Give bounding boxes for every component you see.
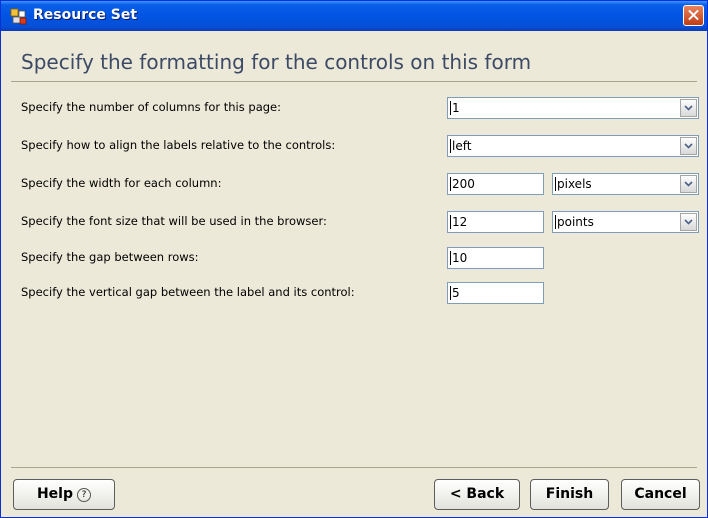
- chevron-down-icon: [684, 143, 693, 149]
- width-unit-dropdown-button[interactable]: [680, 175, 697, 193]
- footer-divider: [11, 467, 697, 468]
- column-width-input[interactable]: 200: [447, 173, 544, 195]
- text-caret: [555, 177, 556, 191]
- help-button[interactable]: Help?: [13, 479, 115, 510]
- align-labels-dropdown-button[interactable]: [680, 137, 697, 155]
- label-gap-value: 5: [452, 286, 460, 300]
- text-caret: [555, 215, 556, 229]
- columns-value: 1: [452, 101, 460, 115]
- columns-label: Specify the number of columns for this p…: [21, 100, 281, 114]
- label-gap-input[interactable]: 5: [447, 282, 544, 304]
- align-labels-select[interactable]: left: [447, 135, 699, 157]
- resource-set-icon: [10, 8, 27, 25]
- column-width-unit-value: pixels: [557, 177, 592, 191]
- font-unit-dropdown-button[interactable]: [680, 213, 697, 231]
- text-caret: [450, 139, 451, 153]
- align-labels-value: left: [452, 139, 472, 153]
- back-button[interactable]: < Back: [434, 479, 520, 510]
- columns-select[interactable]: 1: [447, 97, 699, 119]
- heading-divider: [11, 81, 697, 82]
- chevron-down-icon: [684, 219, 693, 225]
- column-width-label: Specify the width for each column:: [21, 176, 222, 190]
- text-caret: [450, 251, 451, 265]
- align-labels-label: Specify how to align the labels relative…: [21, 138, 336, 152]
- text-caret: [450, 101, 451, 115]
- row-gap-input[interactable]: 10: [447, 247, 544, 269]
- page-heading: Specify the formatting for the controls …: [21, 50, 532, 74]
- chevron-down-icon: [684, 181, 693, 187]
- help-button-label: Help: [36, 486, 74, 502]
- finish-button-label: Finish: [545, 486, 594, 502]
- text-caret: [450, 177, 451, 191]
- font-size-unit-select[interactable]: points: [552, 211, 699, 233]
- help-circle-icon: ?: [77, 488, 92, 502]
- columns-dropdown-button[interactable]: [680, 99, 697, 117]
- label-gap-label: Specify the vertical gap between the lab…: [21, 285, 355, 299]
- window-title: Resource Set: [33, 7, 138, 23]
- back-button-label: < Back: [449, 486, 505, 502]
- chevron-down-icon: [684, 105, 693, 111]
- font-size-label: Specify the font size that will be used …: [21, 214, 327, 228]
- resource-set-dialog: Resource Set Specify the formatting for …: [0, 0, 708, 518]
- row-gap-value: 10: [452, 251, 468, 265]
- column-width-unit-select[interactable]: pixels: [552, 173, 699, 195]
- close-button[interactable]: [683, 5, 704, 26]
- cancel-button-label: Cancel: [634, 486, 687, 502]
- font-size-value: 12: [452, 215, 468, 229]
- title-bar[interactable]: Resource Set: [1, 1, 707, 31]
- font-size-input[interactable]: 12: [447, 211, 544, 233]
- text-caret: [450, 286, 451, 300]
- finish-button[interactable]: Finish: [530, 479, 609, 510]
- text-caret: [450, 215, 451, 229]
- font-size-unit-value: points: [557, 215, 594, 229]
- cancel-button[interactable]: Cancel: [621, 479, 700, 510]
- row-gap-label: Specify the gap between rows:: [21, 250, 199, 264]
- column-width-value: 200: [452, 177, 475, 191]
